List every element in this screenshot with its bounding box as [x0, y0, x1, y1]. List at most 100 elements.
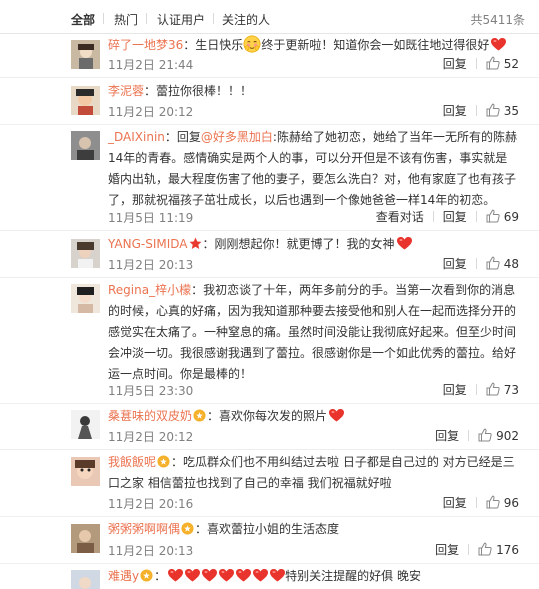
comment-body: 桑葚味的双皮奶 ：喜欢你每次发的照片: [108, 406, 519, 427]
reply-button[interactable]: 回复: [443, 208, 467, 225]
comment-username[interactable]: 碎了一地梦36: [108, 38, 183, 52]
mention-link[interactable]: @好多黑加白: [201, 130, 273, 144]
comment-text: 特别关注提醒的好俱 晚安: [285, 569, 421, 583]
comment-actions: 回复 48: [443, 255, 519, 272]
heart-emoji: [219, 569, 234, 582]
heart-emoji: [202, 569, 217, 582]
comment-username[interactable]: 难遇y: [108, 569, 139, 583]
comment-time: 11月5日 11:19: [108, 211, 194, 225]
tab-verified-users[interactable]: 认证用户: [157, 11, 205, 28]
avatar[interactable]: [71, 457, 100, 486]
tab-divider: [146, 13, 147, 24]
like-button[interactable]: 96: [486, 495, 519, 510]
comment-text: 喜欢蕾拉小姐的生活态度: [207, 522, 340, 536]
like-button[interactable]: 52: [486, 56, 519, 71]
avatar[interactable]: [71, 239, 100, 268]
comment-filter-tabs: 全部 热门 认证用户 关注的人 共5411条: [0, 0, 539, 34]
comment-text: 我初恋谈了十年，两年多前分的手。当第一次看到你的消息的时候，心真的好痛，因为我知…: [108, 283, 517, 381]
comment-item: _DAIXinin：回复@好多黑加白:陈赫给了她初恋，她给了当年一无所有的陈赫1…: [0, 125, 539, 231]
comment-text: 蕾拉你很棒！！！: [156, 84, 253, 98]
fan-badge-icon: [140, 569, 153, 582]
heart-emoji: [270, 569, 285, 582]
thumb-up-icon: [486, 209, 500, 223]
like-button[interactable]: 48: [486, 256, 519, 271]
avatar[interactable]: [71, 86, 100, 115]
like-button[interactable]: 69: [486, 209, 519, 224]
view-conversation-button[interactable]: 查看对话: [376, 208, 424, 225]
comment-text: 喜欢你每次发的照片: [219, 409, 328, 423]
comment-time: 11月2日 20:16: [108, 497, 194, 511]
heart-emoji: [236, 569, 251, 582]
star-badge-icon: [189, 237, 202, 250]
thumb-up-icon: [478, 542, 492, 556]
comment-body: 粥粥粥啊啊偶 ：喜欢蕾拉小姐的生活态度: [108, 522, 340, 536]
thumb-up-icon: [486, 495, 500, 509]
fan-badge-icon: [193, 409, 206, 422]
fan-badge-icon: [181, 522, 194, 535]
like-count: 902: [496, 429, 519, 443]
like-count: 176: [496, 543, 519, 557]
comment-username[interactable]: Regina_梓小檬: [108, 283, 191, 297]
comment-actions: 回复 73: [443, 381, 519, 398]
heart-emoji: [491, 38, 506, 51]
comment-username[interactable]: 桑葚味的双皮奶: [108, 409, 192, 423]
avatar[interactable]: [71, 524, 100, 553]
like-count: 73: [503, 383, 519, 397]
avatar[interactable]: [71, 40, 100, 69]
reply-button[interactable]: 回复: [443, 255, 467, 272]
tab-divider: [103, 13, 104, 24]
fan-badge-icon: [157, 455, 170, 468]
like-button[interactable]: 35: [486, 103, 519, 118]
comment-item: 桑葚味的双皮奶 ：喜欢你每次发的照片 11月2日 20:12 回复 902: [0, 404, 539, 450]
comment-item: YANG-SIMIDA ：刚刚想起你！就更博了！我的女神 11月2日 20:13 …: [0, 231, 539, 278]
like-count: 52: [503, 57, 519, 71]
tab-all[interactable]: 全部: [71, 11, 95, 28]
like-button[interactable]: 902: [478, 428, 519, 443]
comment-body: _DAIXinin：回复@好多黑加白:陈赫给了她初恋，她给了当年一无所有的陈赫1…: [108, 130, 517, 207]
comment-username[interactable]: _DAIXinin: [108, 130, 165, 144]
comment-username[interactable]: YANG-SIMIDA: [108, 237, 188, 251]
comment-body: 我飯飯呢 ：吃瓜群众们也不用纠结过去啦 日子都是自己过的 对方已经是三口之家 相信…: [108, 455, 515, 490]
heart-emoji: [397, 237, 412, 250]
thumb-up-icon: [486, 56, 500, 70]
comment-item: 难遇y：特别关注提醒的好俱 晚安: [0, 564, 539, 589]
comment-username[interactable]: 李泥蓉: [108, 84, 144, 98]
comment-actions: 回复 35: [443, 102, 519, 119]
tab-following[interactable]: 关注的人: [222, 11, 270, 28]
like-button[interactable]: 176: [478, 542, 519, 557]
comment-text: 生日快乐: [195, 38, 244, 52]
like-button[interactable]: 73: [486, 382, 519, 397]
reply-button[interactable]: 回复: [435, 541, 459, 558]
reply-button[interactable]: 回复: [443, 102, 467, 119]
comment-username[interactable]: 我飯飯呢: [108, 455, 156, 469]
like-count: 35: [503, 104, 519, 118]
reply-button[interactable]: 回复: [435, 427, 459, 444]
like-count: 48: [503, 257, 519, 271]
comment-time: 11月5日 23:30: [108, 384, 194, 398]
reply-button[interactable]: 回复: [443, 494, 467, 511]
thumb-up-icon: [486, 382, 500, 396]
comment-body: 碎了一地梦36：生日快乐 终于更新啦！知道你会一如既往地过得很好: [108, 35, 519, 56]
avatar[interactable]: [71, 410, 100, 439]
comment-item: 我飯飯呢 ：吃瓜群众们也不用纠结过去啦 日子都是自己过的 对方已经是三口之家 相信…: [0, 450, 539, 517]
comment-time: 11月2日 21:44: [108, 58, 194, 72]
comment-actions: 回复 176: [435, 541, 519, 558]
avatar[interactable]: [71, 284, 100, 313]
heart-emoji: [185, 569, 200, 582]
comment-time: 11月2日 20:12: [108, 430, 194, 444]
avatar[interactable]: [71, 570, 100, 589]
comment-text: 终于更新啦！知道你会一如既往地过得很好: [261, 38, 490, 52]
reply-button[interactable]: 回复: [443, 55, 467, 72]
reply-button[interactable]: 回复: [443, 381, 467, 398]
comment-username[interactable]: 粥粥粥啊啊偶: [108, 522, 180, 536]
comment-item: Regina_梓小檬：我初恋谈了十年，两年多前分的手。当第一次看到你的消息的时候…: [0, 278, 539, 404]
thumb-up-icon: [486, 103, 500, 117]
heart-emoji: [253, 569, 268, 582]
avatar[interactable]: [71, 131, 100, 160]
comment-total-count: 共5411条: [470, 13, 525, 27]
like-count: 69: [503, 210, 519, 224]
comment-item: 粥粥粥啊啊偶 ：喜欢蕾拉小姐的生活态度 11月2日 20:13 回复 176: [0, 517, 539, 564]
tab-hot[interactable]: 热门: [114, 11, 138, 28]
comment-time: 11月2日 20:12: [108, 105, 194, 119]
like-count: 96: [503, 496, 519, 510]
